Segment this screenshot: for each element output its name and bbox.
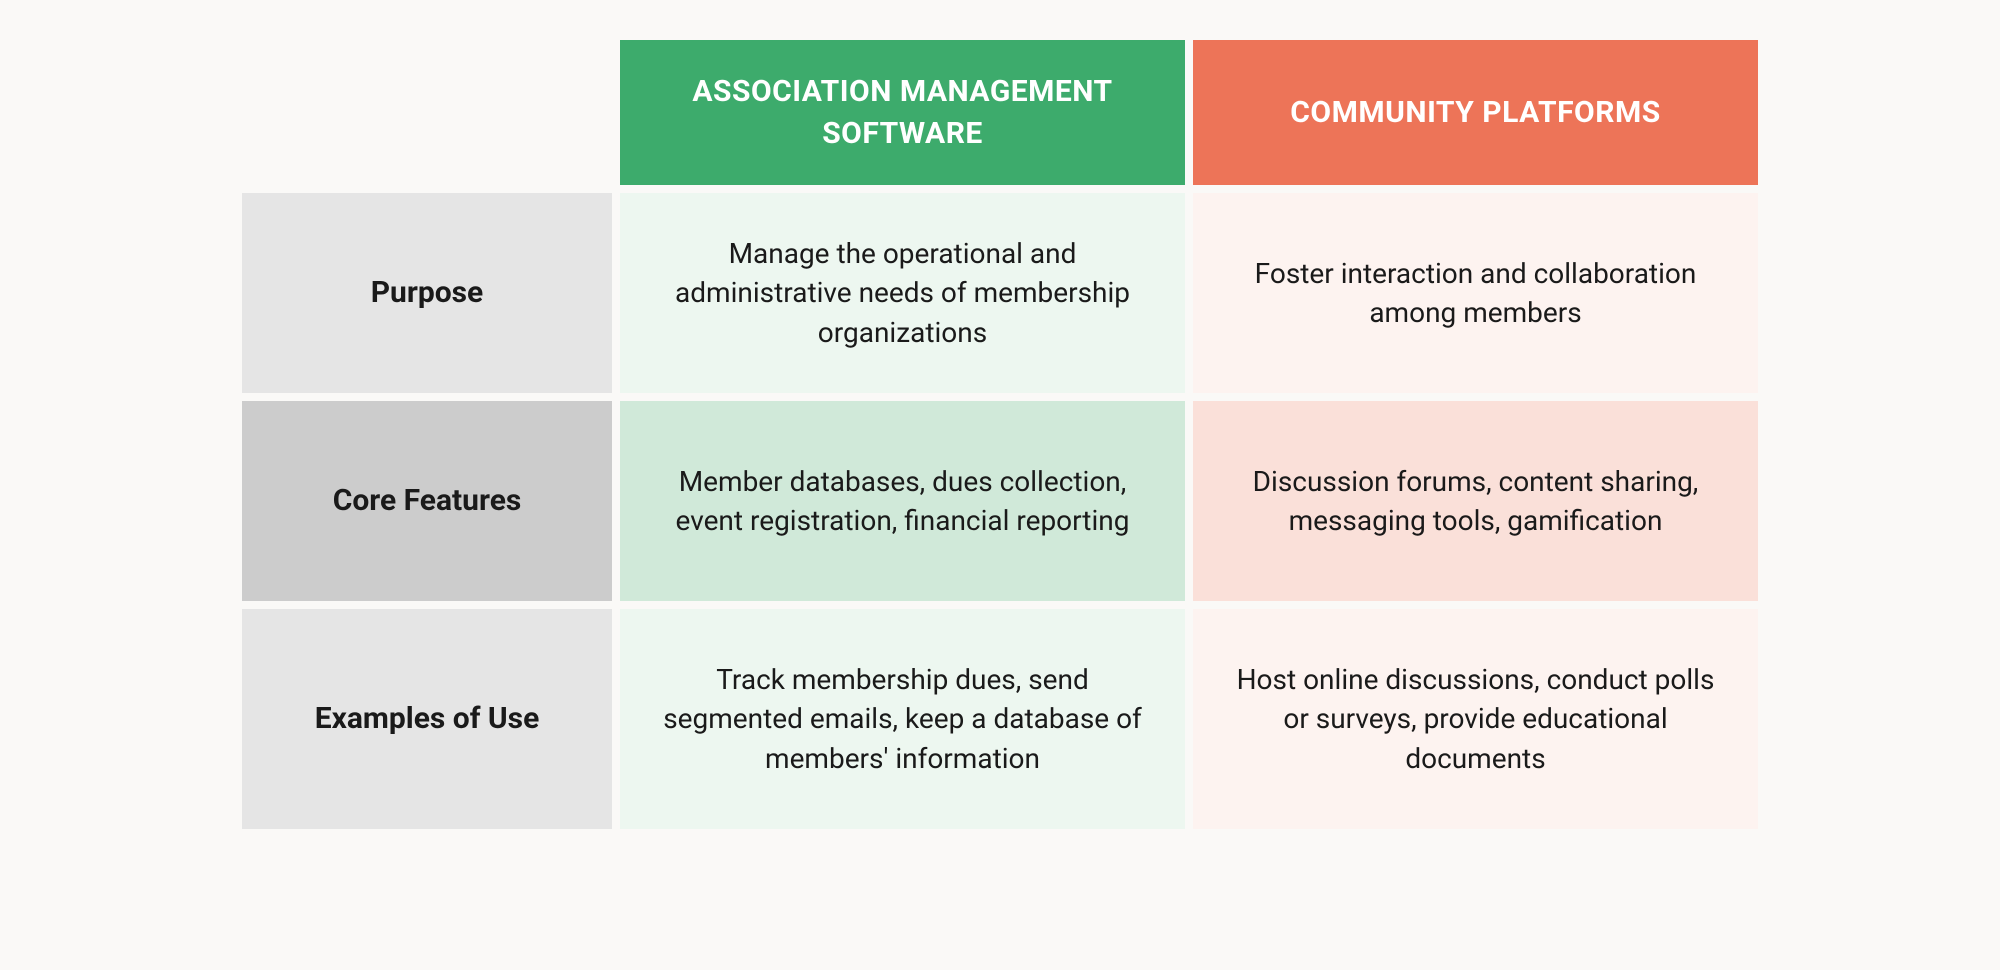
comparison-table: ASSOCIATION MANAGEMENT SOFTWARE COMMUNIT… [242, 40, 1758, 829]
cell-examples-community: Host online discussions, conduct polls o… [1193, 609, 1758, 829]
header-empty-cell [242, 40, 612, 185]
cell-examples-ams: Track membership dues, send segmented em… [620, 609, 1185, 829]
cell-purpose-ams: Manage the operational and administrativ… [620, 193, 1185, 393]
cell-purpose-community: Foster interaction and collaboration amo… [1193, 193, 1758, 393]
column-header-community: COMMUNITY PLATFORMS [1193, 40, 1758, 185]
row-label-examples: Examples of Use [242, 609, 612, 829]
cell-core-features-community: Discussion forums, content sharing, mess… [1193, 401, 1758, 601]
column-header-ams: ASSOCIATION MANAGEMENT SOFTWARE [620, 40, 1185, 185]
row-label-core-features: Core Features [242, 401, 612, 601]
row-label-purpose: Purpose [242, 193, 612, 393]
cell-core-features-ams: Member databases, dues collection, event… [620, 401, 1185, 601]
